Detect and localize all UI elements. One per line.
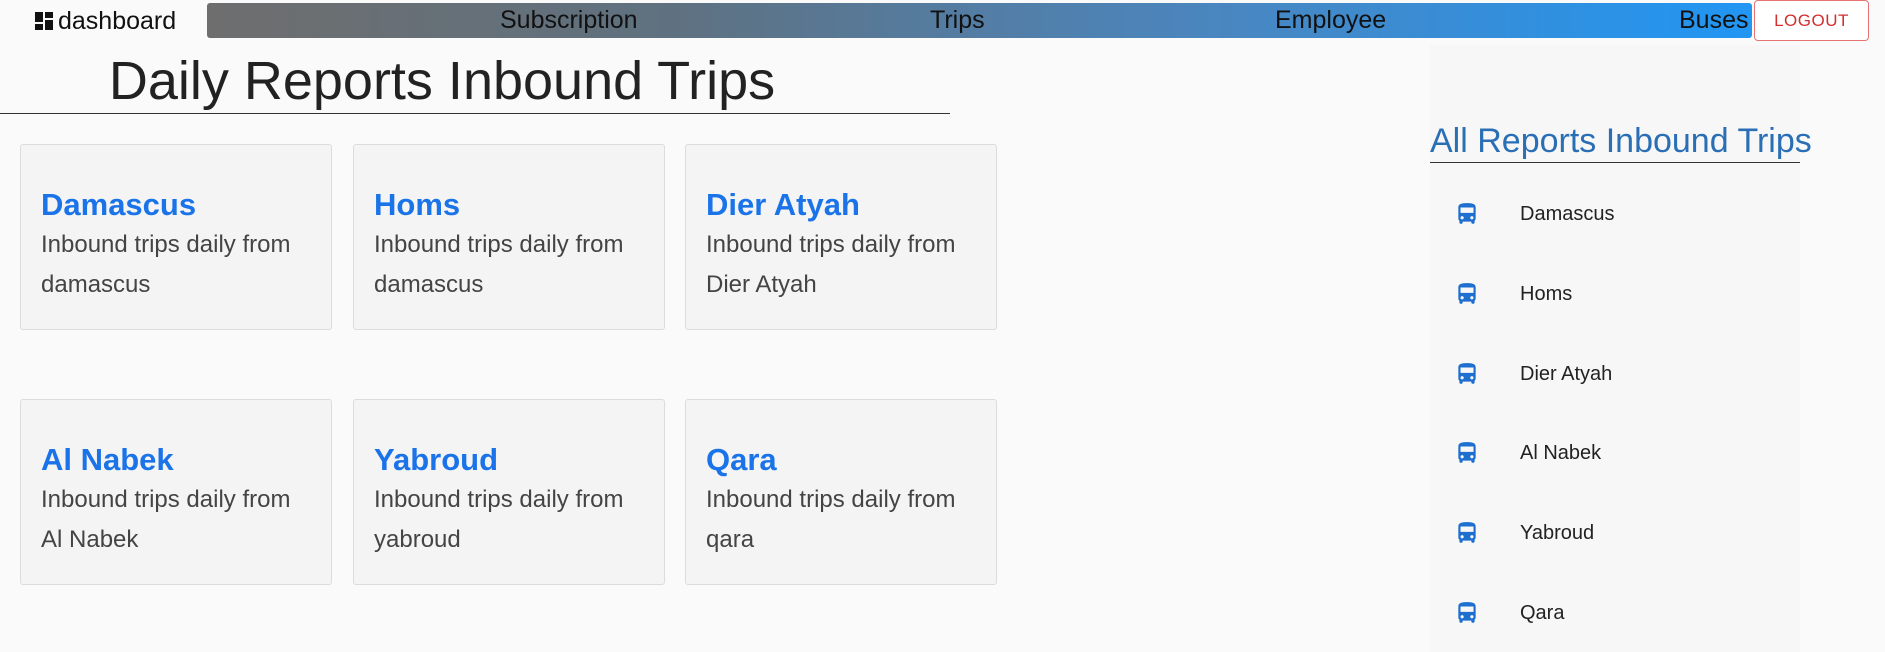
sidebar-item-label: Homs [1520, 283, 1573, 305]
logout-button[interactable]: LOGOUT [1754, 0, 1869, 41]
sidebar-item-al-nabek[interactable]: Al Nabek [1430, 425, 1800, 481]
bus-icon [1458, 602, 1476, 623]
nav-buses[interactable]: Buses [1679, 3, 1748, 38]
sidebar-item-label: Qara [1520, 602, 1565, 624]
sidebar-item-yabroud[interactable]: Yabroud [1430, 505, 1800, 561]
sidebar-item-label: Al Nabek [1520, 442, 1602, 464]
report-card-qara[interactable]: Qara Inbound trips daily from qara [685, 399, 997, 585]
dashboard-link[interactable]: dashboard [32, 6, 176, 36]
sidebar-item-label: Yabroud [1520, 522, 1595, 544]
card-title: Dier Atyah [706, 187, 860, 222]
sidebar-item-damascus[interactable]: Damascus [1430, 186, 1800, 242]
card-description: Inbound trips daily from yabroud [374, 486, 624, 553]
card-description: Inbound trips daily from damascus [374, 231, 624, 298]
nav-subscription[interactable]: Subscription [500, 3, 638, 38]
card-description: Inbound trips daily from Al Nabek [41, 486, 291, 553]
page-title: Daily Reports Inbound Trips [0, 50, 950, 114]
bus-icon [1458, 283, 1476, 304]
bus-icon [1458, 442, 1476, 463]
bus-icon [1458, 363, 1476, 384]
dashboard-icon [35, 12, 53, 30]
report-card-damascus[interactable]: Damascus Inbound trips daily from damasc… [20, 144, 332, 330]
card-title: Qara [706, 442, 777, 477]
card-description: Inbound trips daily from qara [706, 486, 956, 553]
all-reports-link[interactable]: All Reports Inbound Trips [1430, 120, 1812, 163]
nav-employee[interactable]: Employee [1275, 3, 1386, 38]
card-description: Inbound trips daily from damascus [41, 231, 291, 298]
bus-icon [1458, 522, 1476, 543]
card-title: Homs [374, 187, 461, 222]
top-navbar: Subscription Trips Employee Buses [207, 3, 1752, 38]
dashboard-label: dashboard [58, 6, 177, 35]
report-card-homs[interactable]: Homs Inbound trips daily from damascus [353, 144, 665, 330]
sidebar-item-label: Damascus [1520, 203, 1615, 225]
card-title: Al Nabek [41, 442, 174, 477]
card-description: Inbound trips daily from Dier Atyah [706, 231, 956, 298]
bus-icon [1458, 203, 1476, 224]
nav-trips[interactable]: Trips [930, 3, 985, 38]
card-title: Yabroud [374, 442, 499, 477]
report-card-dier-atyah[interactable]: Dier Atyah Inbound trips daily from Dier… [685, 144, 997, 330]
sidebar-item-label: Dier Atyah [1520, 363, 1613, 385]
sidebar-item-qara[interactable]: Qara [1430, 585, 1800, 641]
report-card-al-nabek[interactable]: Al Nabek Inbound trips daily from Al Nab… [20, 399, 332, 585]
report-card-yabroud[interactable]: Yabroud Inbound trips daily from yabroud [353, 399, 665, 585]
sidebar-item-dier-atyah[interactable]: Dier Atyah [1430, 346, 1800, 402]
page-title-text: Daily Reports Inbound Trips [108, 51, 776, 111]
card-title: Damascus [41, 187, 197, 222]
sidebar-item-homs[interactable]: Homs [1430, 266, 1800, 322]
